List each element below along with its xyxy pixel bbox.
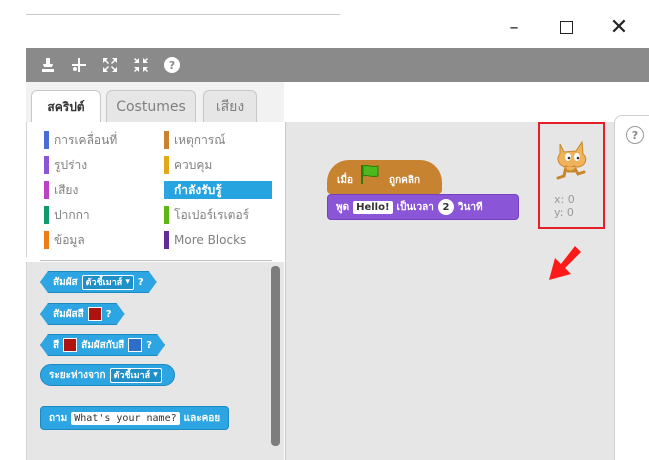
red-arrow-icon	[545, 244, 583, 288]
maximize-button[interactable]	[551, 12, 581, 42]
cut-icon[interactable]	[68, 48, 90, 82]
ask-block[interactable]: ถาม What's your name? และคอย	[40, 406, 230, 430]
category-label: โอเปอร์เรเตอร์	[174, 207, 250, 222]
category-label: เหตุการณ์	[174, 132, 226, 147]
category-0-cats-right[interactable]: เหตุการณ์	[164, 131, 264, 149]
distance-dropdown[interactable]: ตัวชี้เมาส์ ▾	[109, 367, 162, 383]
close-button[interactable]: ✕	[604, 12, 634, 42]
category-label: เสียง	[54, 182, 79, 197]
category-1-cats-right[interactable]: ควบคุม	[164, 156, 264, 174]
category-color-bar	[164, 231, 169, 249]
category-color-bar	[164, 206, 169, 224]
category-color-bar	[44, 181, 49, 199]
category-color-bar	[44, 156, 49, 174]
say-seconds-input[interactable]: 2	[437, 199, 454, 215]
category-label: ข้อมูล	[54, 232, 85, 247]
sprite-y-readout: y: 0	[554, 206, 574, 219]
say-for-secs-block[interactable]: พูด Hello! เป็นเวลา 2 วินาที	[327, 194, 519, 220]
category-4-cats-right[interactable]: More Blocks	[164, 231, 264, 249]
shrink-icon[interactable]	[130, 48, 152, 82]
help-glyph: ?	[169, 59, 175, 72]
when-flag-clicked-block[interactable]: เมื่อ ถูกคลิก	[327, 160, 442, 194]
sprite-x-readout: x: 0	[554, 193, 575, 206]
color-swatch-2[interactable]	[128, 338, 142, 352]
category-label: More Blocks	[174, 233, 247, 247]
category-color-bar	[44, 131, 49, 149]
color-touching-block[interactable]: สี สัมผัสกับสี ?	[40, 334, 165, 356]
sprite-info-highlight: x: 0 y: 0	[538, 122, 605, 229]
minimize-button[interactable]: –	[499, 12, 529, 42]
category-color-bar	[164, 131, 169, 149]
category-1-cats-left[interactable]: รูปร่าง	[44, 156, 144, 174]
category-2-cats-left[interactable]: เสียง	[44, 181, 144, 199]
touching-dropdown[interactable]: ตัวชี้เมาส์ ▾	[82, 275, 134, 290]
sprite-toolbar: ?	[26, 48, 649, 82]
minimize-icon: –	[509, 16, 519, 38]
category-label: รูปร่าง	[54, 157, 88, 172]
category-3-cats-right[interactable]: โอเปอร์เรเตอร์	[164, 206, 264, 224]
category-label: ปากกา	[54, 207, 90, 222]
category-color-bar	[164, 156, 169, 174]
category-color-bar	[44, 231, 49, 249]
title-bar-line	[26, 14, 340, 15]
say-text-input[interactable]: Hello!	[353, 200, 393, 214]
grow-icon[interactable]	[99, 48, 121, 82]
color-swatch-1[interactable]	[63, 338, 77, 352]
category-0-cats-left[interactable]: การเคลื่อนที่	[44, 131, 144, 149]
stamp-icon[interactable]	[37, 48, 59, 82]
tab-scripts[interactable]: สคริปต์	[31, 90, 101, 123]
scratch-window: – ✕ ? สคริปต์ Costumes เสียง การเคลื่อนท…	[0, 0, 649, 460]
category-label: การเคลื่อนที่	[54, 132, 118, 147]
close-icon: ✕	[609, 14, 629, 40]
ask-text-input[interactable]: What's your name?	[71, 411, 180, 425]
blocks-scrollbar[interactable]	[271, 266, 280, 446]
palette-divider	[40, 260, 272, 261]
category-color-bar	[164, 181, 169, 199]
maximize-icon	[559, 20, 573, 34]
sprite-cat-icon[interactable]	[552, 138, 590, 188]
touching-color-block[interactable]: สัมผัสสี ?	[40, 303, 125, 325]
category-4-cats-left[interactable]: ข้อมูล	[44, 231, 144, 249]
tab-sounds[interactable]: เสียง	[203, 90, 257, 122]
help-icon[interactable]: ?	[161, 48, 183, 82]
green-flag-icon	[359, 163, 381, 188]
category-label: กำลังรับรู้	[174, 182, 222, 197]
category-color-bar	[44, 206, 49, 224]
touching-block[interactable]: สัมผัส ตัวชี้เมาส์ ▾ ?	[40, 271, 157, 293]
color-swatch[interactable]	[88, 307, 102, 321]
help-circle-icon[interactable]: ?	[626, 126, 644, 144]
category-2-cats-right[interactable]: กำลังรับรู้	[164, 181, 272, 199]
category-label: ควบคุม	[174, 157, 213, 172]
stage-side-panel	[614, 115, 649, 460]
category-3-cats-left[interactable]: ปากกา	[44, 206, 144, 224]
tab-costumes[interactable]: Costumes	[106, 90, 196, 122]
distance-block[interactable]: ระยะห่างจาก ตัวชี้เมาส์ ▾	[40, 364, 175, 386]
